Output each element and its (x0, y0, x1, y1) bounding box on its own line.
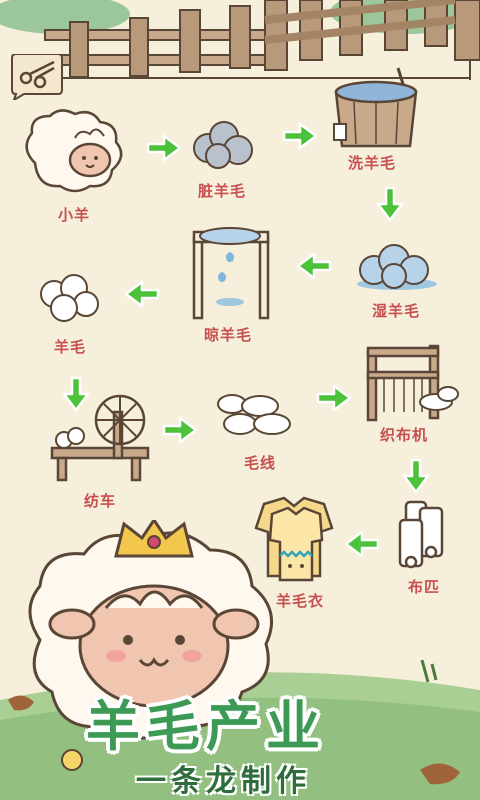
wool-icon (40, 274, 99, 322)
arrow-icon (376, 186, 404, 222)
arrow-icon (402, 458, 430, 494)
arrow-icon (344, 530, 380, 558)
arrow-icon (296, 252, 332, 280)
label-lamb: 小羊 (58, 206, 91, 224)
game-screen: 小羊 脏羊毛 洗羊毛 湿羊毛 晾羊毛 羊毛 纺车 毛线 织布机 布匹 羊毛衣 羊… (0, 0, 480, 800)
banner-subtitle: 一条龙制作 (136, 764, 311, 799)
banner-title: 羊毛产业 (86, 695, 326, 758)
arrow-icon (316, 384, 352, 412)
stage-loom[interactable] (364, 342, 460, 422)
label-wash-wool: 洗羊毛 (348, 154, 397, 172)
label-loom: 织布机 (380, 426, 429, 444)
wash-tub-icon (333, 67, 418, 148)
stage-wash-wool[interactable] (328, 66, 424, 150)
stage-dirty-wool[interactable] (188, 112, 258, 172)
stage-wet-wool[interactable] (354, 234, 440, 294)
label-dirty-wool: 脏羊毛 (198, 182, 247, 200)
dirty-wool-icon (193, 121, 253, 169)
loom-icon (366, 344, 459, 422)
arrow-icon (162, 416, 198, 444)
stage-yarn[interactable] (210, 386, 300, 442)
spinning-wheel-icon (50, 394, 150, 482)
arrow-icon (146, 134, 182, 162)
lamb-icon (25, 109, 123, 193)
scissors-icon[interactable] (8, 54, 66, 100)
stage-dry-wool[interactable] (186, 220, 276, 320)
wet-wool-icon (357, 244, 437, 290)
yarn-icon (217, 394, 291, 435)
drying-rack-icon (192, 227, 270, 320)
arrow-icon (282, 122, 318, 150)
stage-wool[interactable] (34, 272, 104, 328)
stage-cloth[interactable] (394, 498, 454, 570)
label-cloth: 布匹 (408, 578, 441, 596)
stage-spinning-wheel[interactable] (48, 392, 154, 484)
label-dry-wool: 晾羊毛 (204, 326, 253, 344)
label-spinning-wheel: 纺车 (84, 492, 117, 510)
arrow-icon (124, 280, 160, 308)
label-wet-wool: 湿羊毛 (372, 302, 421, 320)
label-yarn: 毛线 (244, 454, 277, 472)
label-wool: 羊毛 (54, 338, 87, 356)
cloth-roll-icon (398, 500, 444, 569)
stage-lamb[interactable] (20, 108, 130, 198)
